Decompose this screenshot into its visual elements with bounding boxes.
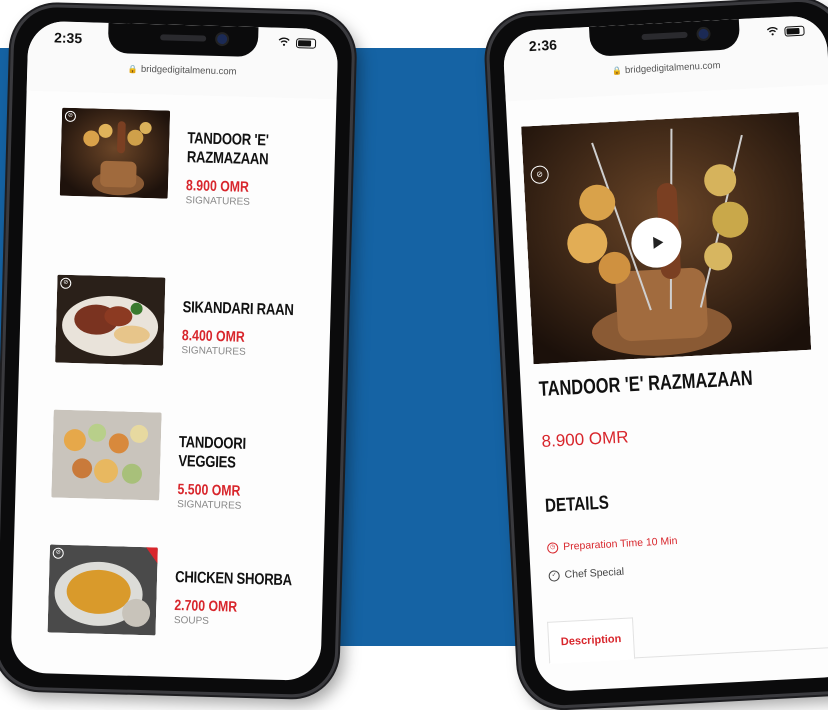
address-bar[interactable]: 🔒 bridgedigitalmenu.com — [504, 54, 828, 82]
notch — [588, 19, 741, 57]
dish-thumbnail[interactable]: ⊘ — [59, 107, 171, 199]
play-icon — [652, 236, 664, 249]
check-circle-icon: ✓ — [548, 569, 560, 582]
dish-hero-media[interactable]: ⊘ — [521, 112, 812, 365]
feature-chef-special: ✓ Chef Special — [548, 566, 624, 582]
notch — [107, 22, 259, 58]
item-info: TANDOOR 'E' RAZMAZAAN 8.900 OMR SIGNATUR… — [185, 129, 317, 210]
feature-text: Chef Special — [564, 565, 625, 581]
feature-text: Preparation Time 10 Min — [562, 534, 678, 553]
item-name: SIKANDARI RAAN — [182, 299, 294, 320]
item-name: CHICKEN SHORBA — [174, 568, 293, 590]
speaker — [641, 31, 688, 41]
dish-thumbnail[interactable] — [51, 409, 162, 501]
dish-detail-screen: 2:36 🔒 bridgedigitalmenu.com ⊘ TANDOOR 'E… — [502, 14, 828, 693]
clock-icon: ◷ — [546, 541, 559, 554]
detail-tabs: Description — [547, 607, 828, 664]
url-text: bridgedigitalmenu.com — [140, 63, 237, 78]
status-bar: 2:36 🔒 bridgedigitalmenu.com — [502, 14, 828, 102]
menu-item[interactable]: ⊘ CHICKEN SHORBA 2.700 OMR SOUPS — [46, 544, 300, 681]
item-category: SIGNATURES — [176, 499, 242, 512]
camera — [698, 28, 709, 40]
phone-right: 2:36 🔒 bridgedigitalmenu.com ⊘ TANDOOR 'E… — [484, 0, 828, 710]
menu-item[interactable]: ⊘ TANDOOR 'E' RAZMAZAAN 8.900 OMR SIGNAT… — [58, 107, 312, 250]
item-category: SIGNATURES — [181, 345, 246, 358]
feature-preparation-time: ◷ Preparation Time 10 Min — [546, 534, 678, 554]
item-info: CHICKEN SHORBA 2.700 OMR SOUPS — [174, 568, 306, 630]
phone-left: 2:35 🔒 bridgedigitalmenu.com ⊘ TANDOOR 'E… — [0, 3, 356, 699]
details-heading: DETAILS — [544, 492, 610, 517]
item-price: 8.400 OMR — [181, 327, 245, 346]
status-bar: 2:35 🔒 bridgedigitalmenu.com — [26, 20, 339, 100]
item-name: TANDOOR 'E' RAZMAZAAN — [186, 130, 269, 169]
address-bar[interactable]: 🔒 bridgedigitalmenu.com — [27, 61, 337, 81]
item-price: 2.700 OMR — [174, 596, 238, 616]
dish-thumbnail[interactable]: ⊘ — [47, 544, 158, 636]
tab-description[interactable]: Description — [547, 617, 636, 664]
menu-item[interactable]: TANDOORI VEGGIES 5.500 OMR SIGNATURES — [50, 409, 304, 552]
menu-list: ⊘ TANDOOR 'E' RAZMAZAAN 8.900 OMR SIGNAT… — [46, 107, 312, 681]
item-category: SIGNATURES — [185, 195, 251, 208]
battery-icon — [295, 38, 317, 49]
menu-item[interactable]: ⊘ SIKANDARI RAAN 8.400 OMR SIGNATURES — [54, 274, 308, 417]
item-category: SOUPS — [173, 614, 210, 627]
camera — [217, 33, 228, 45]
url-text: bridgedigitalmenu.com — [624, 60, 721, 77]
item-info: SIKANDARI RAAN 8.400 OMR SIGNATURES — [181, 298, 313, 360]
clock-time: 2:36 — [528, 36, 558, 55]
speaker — [160, 34, 207, 42]
clock-time: 2:35 — [53, 29, 83, 47]
dish-title: TANDOOR 'E' RAZMAZAAN — [538, 366, 754, 402]
system-icons — [766, 24, 805, 40]
dish-thumbnail[interactable]: ⊘ — [55, 274, 166, 366]
wifi-icon — [278, 36, 290, 50]
battery-icon — [784, 25, 805, 37]
lock-icon: 🔒 — [127, 64, 139, 74]
wifi-icon — [766, 25, 779, 40]
dish-price: 8.900 OMR — [541, 427, 629, 451]
item-price: 5.500 OMR — [177, 481, 241, 500]
system-icons — [278, 36, 317, 51]
item-price: 8.900 OMR — [185, 177, 250, 196]
lock-icon: 🔒 — [611, 66, 623, 76]
item-name: TANDOORI VEGGIES — [178, 434, 247, 472]
mute-switch — [8, 116, 12, 145]
item-info: TANDOORI VEGGIES 5.500 OMR SIGNATURES — [177, 433, 309, 514]
menu-list-screen: 2:35 🔒 bridgedigitalmenu.com ⊘ TANDOOR 'E… — [10, 20, 339, 682]
